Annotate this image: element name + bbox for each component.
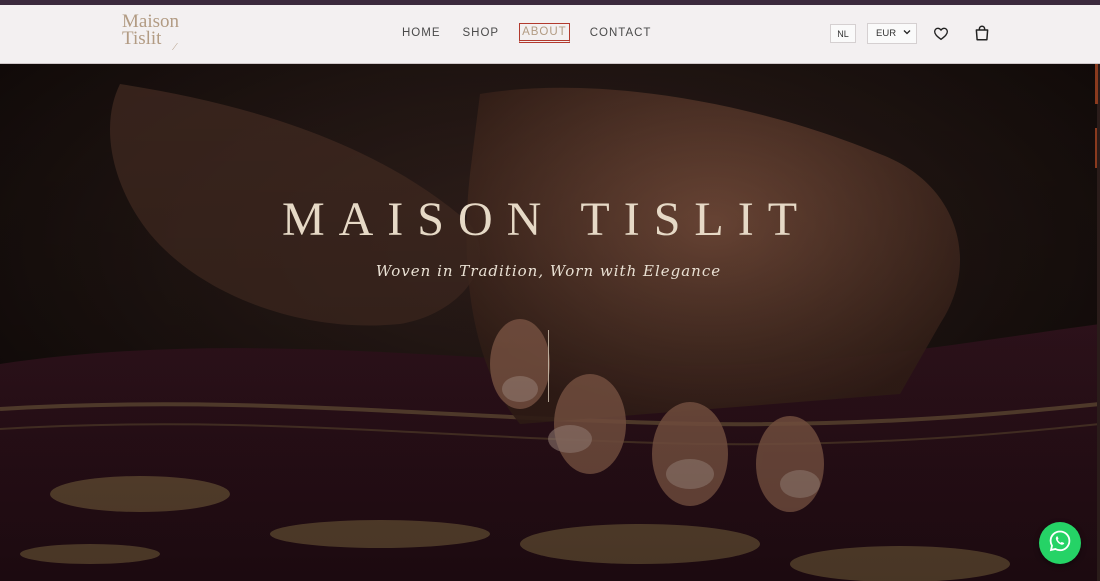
currency-select[interactable]: EUR: [867, 23, 917, 44]
currency-value: EUR: [876, 28, 897, 39]
site-header: Maison Tislit ⁄ HOME SHOP ABOUT CONTACT …: [0, 5, 1100, 64]
chevron-down-icon: [903, 28, 911, 38]
heart-icon[interactable]: [933, 26, 951, 44]
brand-line2: Tislit: [122, 28, 162, 49]
scrollbar-thumb-accent[interactable]: [1095, 64, 1098, 104]
nav-shop[interactable]: SHOP: [461, 25, 502, 41]
scroll-indicator-line: [548, 330, 549, 402]
hero-title: MAISON TISLIT: [281, 193, 812, 246]
nav-home[interactable]: HOME: [400, 25, 443, 41]
nav-about[interactable]: ABOUT: [519, 23, 570, 43]
hero-section: [0, 64, 1100, 581]
nav-contact[interactable]: CONTACT: [588, 25, 654, 41]
quill-icon: ⁄: [174, 41, 176, 53]
shopping-bag-icon[interactable]: [973, 24, 991, 42]
hero-subtitle: Woven in Tradition, Worn with Elegance: [375, 262, 722, 280]
brand-logo[interactable]: Maison Tislit ⁄: [122, 12, 192, 57]
main-nav: HOME SHOP ABOUT CONTACT: [400, 22, 671, 44]
whatsapp-chat-button[interactable]: [1039, 522, 1081, 564]
whatsapp-icon: [1048, 529, 1072, 558]
hero-background-image: [0, 64, 1100, 581]
language-switcher[interactable]: NL: [830, 24, 856, 43]
